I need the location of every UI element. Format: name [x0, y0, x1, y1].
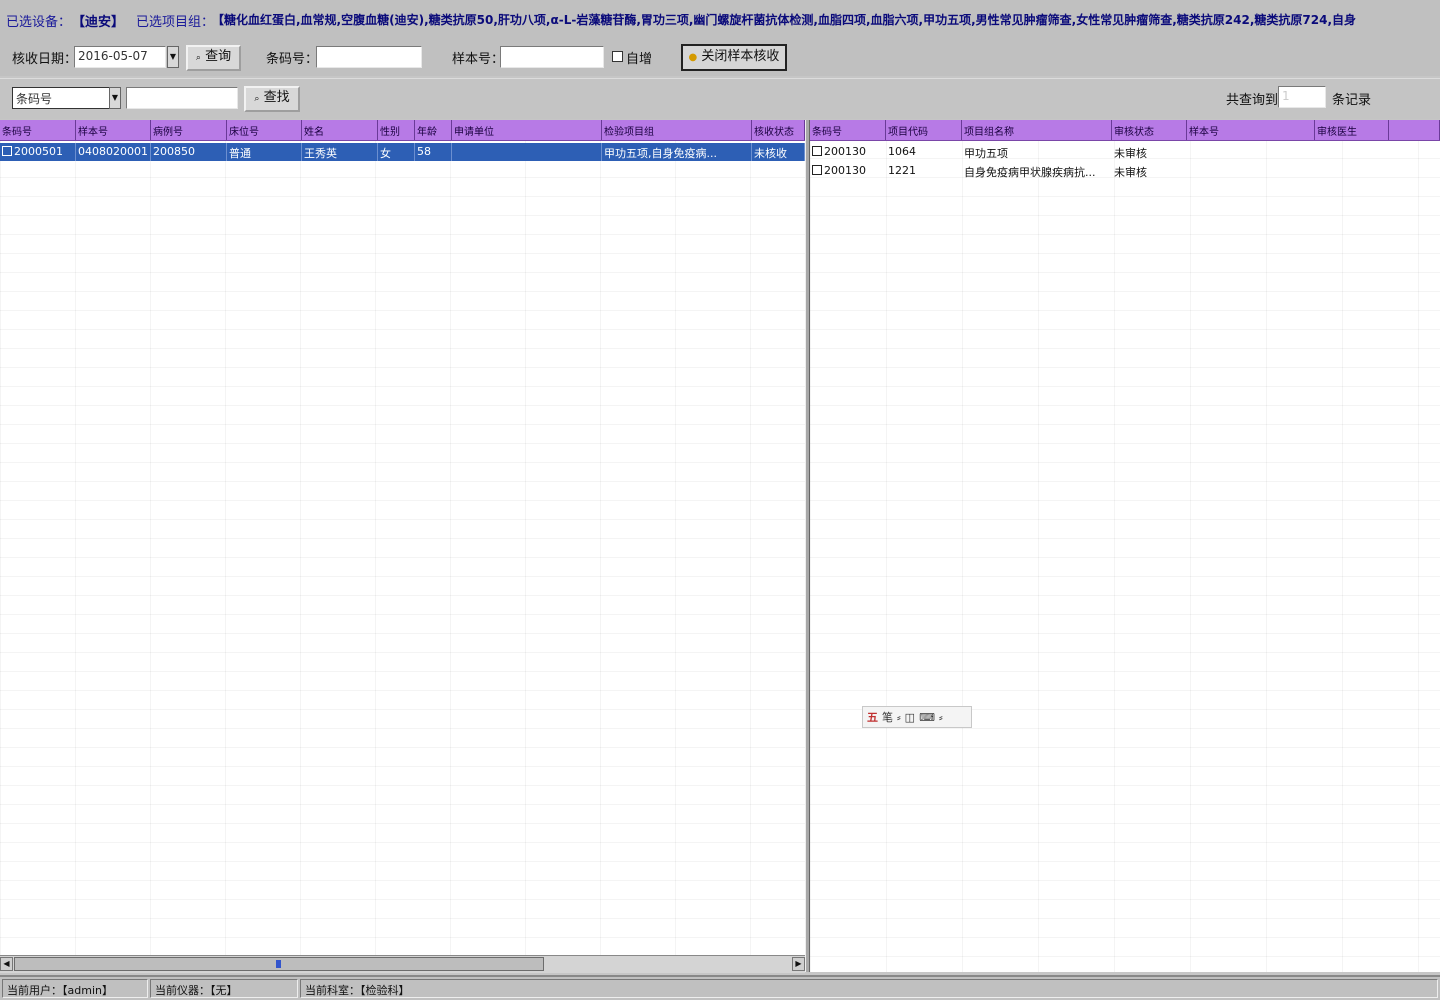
records-label: 条记录 — [1332, 93, 1372, 108]
ime-item[interactable]: 笔 — [882, 709, 893, 725]
column-header[interactable]: 病例号 — [151, 120, 227, 140]
status-bar: 当前用户：【admin】 当前仪器：【无】 当前科室：【检验科】 — [0, 975, 1440, 1000]
selection-info-bar: 已选设备： 【迪安】 已选项目组： 【糖化血红蛋白,血常规,空腹血糖(迪安),糖… — [0, 0, 1440, 38]
table-cell: 自身免疫病甲状腺疾病抗... — [964, 166, 1096, 179]
ime-item[interactable]: ⸗ — [939, 711, 943, 724]
column-header[interactable]: 年龄 — [415, 120, 452, 140]
table-cell: 普通 — [227, 143, 302, 161]
table-cell: 200850 — [151, 143, 227, 161]
search-toolbar: 条码号 ▼ ⌕ 查找 共查询到 1 条记录 — [0, 78, 1440, 119]
query-button-label: 查询 — [205, 49, 232, 64]
ime-item[interactable]: ⌨ — [919, 711, 935, 724]
date-dropdown-icon[interactable]: ▼ — [167, 46, 179, 68]
find-button[interactable]: ⌕ 查找 — [244, 86, 300, 112]
column-header[interactable]: 样本号 — [76, 120, 151, 140]
table-cell: 王秀英 — [302, 143, 378, 161]
table-cell: 未核收 — [752, 143, 805, 161]
table-cell: 1221 — [888, 164, 916, 177]
table-row[interactable]: 200130 1221 自身免疫病甲状腺疾病抗... 未审核 — [810, 162, 1187, 180]
item-groups-value: 【糖化血红蛋白,血常规,空腹血糖(迪安),糖类抗原50,肝功八项,α-L-岩藻糖… — [212, 13, 1357, 27]
total-found-label: 共查询到 — [1226, 93, 1279, 108]
table-row[interactable]: 2000501 0408020001 200850 普通 王秀英 女 58 甲功… — [0, 143, 805, 161]
table-row[interactable]: 200130 1064 甲功五项 未审核 — [810, 143, 1187, 161]
column-header[interactable]: 性别 — [378, 120, 415, 140]
row-checkbox[interactable] — [812, 165, 822, 175]
table-cell: 200130 — [824, 145, 866, 158]
horizontal-scrollbar[interactable]: ◀ ▶ — [0, 955, 805, 973]
search-icon: ⌕ — [195, 53, 201, 63]
sample-number-input[interactable] — [500, 46, 604, 68]
check-date-label: 核收日期： — [12, 52, 78, 67]
column-header[interactable]: 项目代码 — [886, 120, 962, 140]
ime-toolbar[interactable]: 五 笔 ⸗ ◫ ⌨ ⸗ — [862, 706, 972, 728]
item-groups-label: 已选项目组： — [136, 15, 215, 30]
column-header[interactable]: 项目组名称 — [962, 120, 1112, 140]
search-input[interactable] — [126, 87, 238, 109]
search-icon: ⌕ — [254, 94, 260, 104]
table-cell: 58 — [415, 143, 452, 161]
item-grid-header: 条码号 项目代码 项目组名称 审核状态 样本号 审核医生 — [810, 120, 1440, 141]
status-current-department: 当前科室：【检验科】 — [300, 979, 1438, 998]
table-cell: 未审核 — [1114, 147, 1147, 160]
ime-item[interactable]: ◫ — [905, 711, 915, 724]
table-cell: 未审核 — [1114, 166, 1147, 179]
table-cell: 2000501 — [14, 145, 63, 158]
device-value: 【迪安】 — [72, 15, 125, 30]
row-checkbox[interactable] — [812, 146, 822, 156]
check-date-input[interactable]: 2016-05-07 — [74, 46, 166, 68]
column-header[interactable]: 申请单位 — [452, 120, 602, 140]
ime-logo-icon[interactable]: 五 — [867, 709, 878, 725]
table-cell: 200130 — [824, 164, 866, 177]
close-sample-receipt-button[interactable]: ● 关闭样本核收 — [681, 44, 787, 71]
column-header[interactable]: 审核医生 — [1315, 120, 1389, 140]
query-button[interactable]: ⌕ 查询 — [186, 45, 241, 71]
column-header[interactable]: 样本号 — [1187, 120, 1315, 140]
chevron-down-icon[interactable]: ▼ — [109, 87, 121, 109]
ime-item[interactable]: ⸗ — [897, 711, 901, 724]
sample-number-label: 样本号： — [452, 52, 505, 67]
find-button-label: 查找 — [263, 90, 290, 105]
item-detail-grid: 条码号 项目代码 项目组名称 审核状态 样本号 审核医生 200130 1064… — [810, 120, 1440, 972]
column-header[interactable]: 检验项目组 — [602, 120, 752, 140]
column-header[interactable]: 姓名 — [302, 120, 378, 140]
auto-increment-label: 自增 — [626, 52, 653, 67]
total-found-value: 1 — [1278, 86, 1326, 108]
status-current-device: 当前仪器：【无】 — [150, 979, 298, 998]
table-cell — [452, 143, 602, 161]
status-current-user: 当前用户：【admin】 — [2, 979, 148, 998]
column-header[interactable]: 核收状态 — [752, 120, 805, 140]
row-checkbox[interactable] — [2, 146, 12, 156]
table-cell: 甲功五项,自身免疫病... — [602, 143, 752, 161]
query-toolbar: 核收日期： 2016-05-07 ▼ ⌕ 查询 条码号： 样本号： 自增 ● 关… — [0, 38, 1440, 76]
close-icon: ● — [688, 52, 698, 63]
scroll-grip-icon — [276, 960, 281, 968]
table-cell: 0408020001 — [76, 143, 151, 161]
column-header[interactable]: 审核状态 — [1112, 120, 1187, 140]
table-cell: 甲功五项 — [964, 147, 1008, 160]
column-header[interactable]: 床位号 — [227, 120, 302, 140]
auto-increment-checkbox[interactable] — [612, 51, 623, 62]
search-field-select[interactable]: 条码号 — [12, 87, 110, 109]
sample-grid-header: 条码号 样本号 病例号 床位号 姓名 性别 年龄 申请单位 检验项目组 核收状态 — [0, 120, 805, 141]
column-header[interactable]: 条码号 — [810, 120, 886, 140]
scroll-left-icon[interactable]: ◀ — [0, 957, 13, 971]
scroll-right-icon[interactable]: ▶ — [792, 957, 805, 971]
table-cell: 女 — [378, 143, 415, 161]
close-sample-receipt-label: 关闭样本核收 — [701, 49, 780, 64]
sample-list-grid: 条码号 样本号 病例号 床位号 姓名 性别 年龄 申请单位 检验项目组 核收状态… — [0, 120, 805, 955]
device-label: 已选设备： — [6, 15, 72, 30]
barcode-input[interactable] — [316, 46, 422, 68]
barcode-label: 条码号： — [266, 52, 319, 67]
column-header[interactable]: 条码号 — [0, 120, 76, 140]
table-cell: 1064 — [888, 145, 916, 158]
